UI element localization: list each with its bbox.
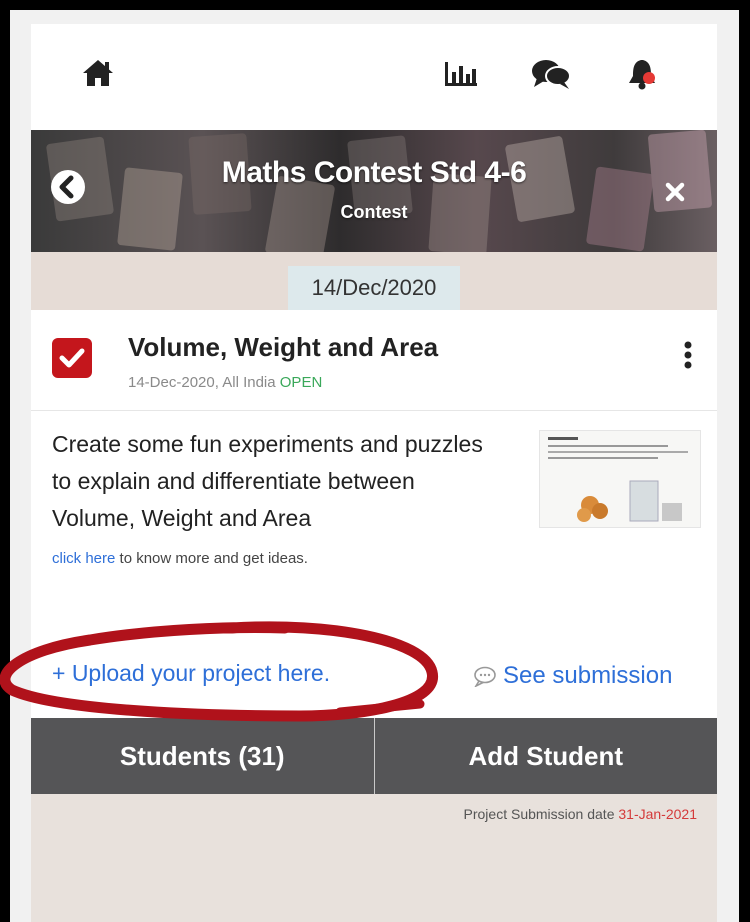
more-options-icon[interactable] — [683, 340, 693, 370]
project-card: Volume, Weight and Area 14-Dec-2020, All… — [31, 310, 717, 718]
more-info-text: to know more and get ideas. — [115, 550, 308, 567]
project-checkbox[interactable] — [52, 338, 92, 378]
status-badge: OPEN — [279, 374, 323, 391]
upload-project-link[interactable]: + Upload your project here. — [52, 660, 330, 687]
see-submission-link[interactable]: See submission — [473, 662, 672, 690]
submission-date-line: Project Submission date 31-Jan-2021 — [464, 806, 697, 822]
submission-date-value: 31-Jan-2021 — [618, 806, 697, 822]
add-student-button[interactable]: Add Student — [375, 718, 718, 794]
bell-icon[interactable] — [625, 56, 661, 92]
bar-chart-icon[interactable] — [445, 62, 477, 86]
students-button[interactable]: Students (31) — [31, 718, 374, 794]
project-date-region: 14-Dec-2020, All India — [128, 374, 276, 391]
close-button[interactable] — [661, 178, 689, 206]
app-screen: Maths Contest Std 4-6 Contest 14/Dec/202… — [31, 24, 717, 922]
home-icon[interactable] — [81, 58, 115, 88]
contest-type-label: Contest — [340, 202, 408, 222]
student-action-bar: Students (31) Add Student — [31, 718, 717, 794]
date-header: 14/Dec/2020 — [31, 252, 717, 310]
date-pill: 14/Dec/2020 — [288, 266, 460, 310]
project-title: Volume, Weight and Area — [128, 332, 439, 362]
chat-icon[interactable] — [531, 58, 571, 90]
close-icon — [665, 182, 685, 202]
card-divider — [31, 410, 717, 411]
comment-icon — [474, 666, 496, 687]
top-navigation-bar — [31, 24, 717, 131]
banner-background-collage — [31, 130, 717, 252]
project-description: Create some fun experiments and puzzles … — [52, 431, 483, 531]
more-info-line: click here to know more and get ideas. — [52, 550, 308, 567]
see-submission-label: See submission — [503, 662, 673, 689]
check-icon — [59, 348, 85, 368]
contest-title: Maths Contest Std 4-6 — [221, 156, 527, 189]
contest-banner: Maths Contest Std 4-6 Contest — [31, 130, 717, 252]
project-thumbnail[interactable] — [539, 430, 701, 528]
project-meta: 14-Dec-2020, All India OPEN — [128, 374, 322, 391]
submission-date-label: Project Submission date — [463, 806, 615, 822]
click-here-link[interactable]: click here — [52, 550, 115, 567]
